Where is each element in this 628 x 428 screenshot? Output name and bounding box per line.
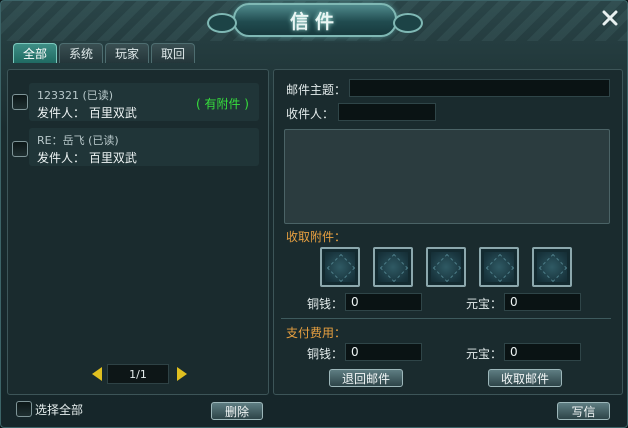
write-mail-button[interactable]: 写信 xyxy=(557,402,610,420)
recipient-label: 收件人： xyxy=(286,107,335,121)
title-plate: 信件 xyxy=(207,3,423,37)
pay-copper-field[interactable]: 0 xyxy=(345,343,422,361)
select-all-checkbox[interactable] xyxy=(16,401,32,417)
mail-body[interactable] xyxy=(284,129,610,224)
tab-player[interactable]: 玩家 xyxy=(105,43,149,63)
attachment-slot-icon[interactable] xyxy=(532,247,572,287)
section-divider xyxy=(281,318,611,319)
select-all-label: 选择全部 xyxy=(35,403,84,417)
mail-sender: 发件人： 百里双武 xyxy=(37,151,137,165)
mail-list-item[interactable]: RE：岳飞 (已读) 发件人： 百里双武 xyxy=(29,128,259,166)
prev-arrow-icon[interactable] xyxy=(92,367,102,381)
window-title: 信件 xyxy=(289,10,340,33)
next-arrow-icon[interactable] xyxy=(177,367,187,381)
subject-field[interactable] xyxy=(349,79,610,97)
mail-checkbox-2[interactable] xyxy=(12,141,28,157)
mail-sender: 发件人： 百里双武 xyxy=(37,106,137,120)
delete-button[interactable]: 删除 xyxy=(211,402,263,420)
attachment-slot-icon[interactable] xyxy=(320,247,360,287)
tab-bar: 全部 系统 玩家 取回 xyxy=(13,43,195,63)
tab-retrieve[interactable]: 取回 xyxy=(151,43,195,63)
yuanbao-field[interactable]: 0 xyxy=(504,293,581,311)
copper-field[interactable]: 0 xyxy=(345,293,422,311)
attachment-slot-icon[interactable] xyxy=(426,247,466,287)
mail-subject: RE：岳飞 (已读) xyxy=(37,134,119,147)
mail-checkbox-1[interactable] xyxy=(12,94,28,110)
close-icon xyxy=(602,10,618,26)
close-button[interactable] xyxy=(599,7,621,29)
return-mail-button[interactable]: 退回邮件 xyxy=(329,369,403,387)
tab-all[interactable]: 全部 xyxy=(13,43,57,63)
yuanbao-label: 元宝： xyxy=(466,297,503,311)
mail-list-item[interactable]: 123321 (已读) 发件人： 百里双武 ( 有附件 ) xyxy=(29,83,259,121)
attachment-slot-icon[interactable] xyxy=(373,247,413,287)
collect-mail-button[interactable]: 收取邮件 xyxy=(488,369,562,387)
recipient-field[interactable] xyxy=(338,103,436,121)
page-indicator: 1/1 xyxy=(107,364,169,384)
attachments-label: 收取附件： xyxy=(286,230,347,244)
pay-copper-label: 铜钱： xyxy=(307,347,344,361)
mail-window: 信件 全部 系统 玩家 取回 123321 (已读) 发件人： 百里双武 ( 有… xyxy=(0,0,628,428)
copper-label: 铜钱： xyxy=(307,297,344,311)
pay-yuanbao-field[interactable]: 0 xyxy=(504,343,581,361)
mail-subject: 123321 (已读) xyxy=(37,89,114,102)
pay-yuanbao-label: 元宝： xyxy=(466,347,503,361)
attachment-badge: ( 有附件 ) xyxy=(196,97,249,111)
payment-label: 支付费用： xyxy=(286,326,347,340)
tab-system[interactable]: 系统 xyxy=(59,43,103,63)
subject-label: 邮件主题： xyxy=(286,83,347,97)
attachment-slot-icon[interactable] xyxy=(479,247,519,287)
